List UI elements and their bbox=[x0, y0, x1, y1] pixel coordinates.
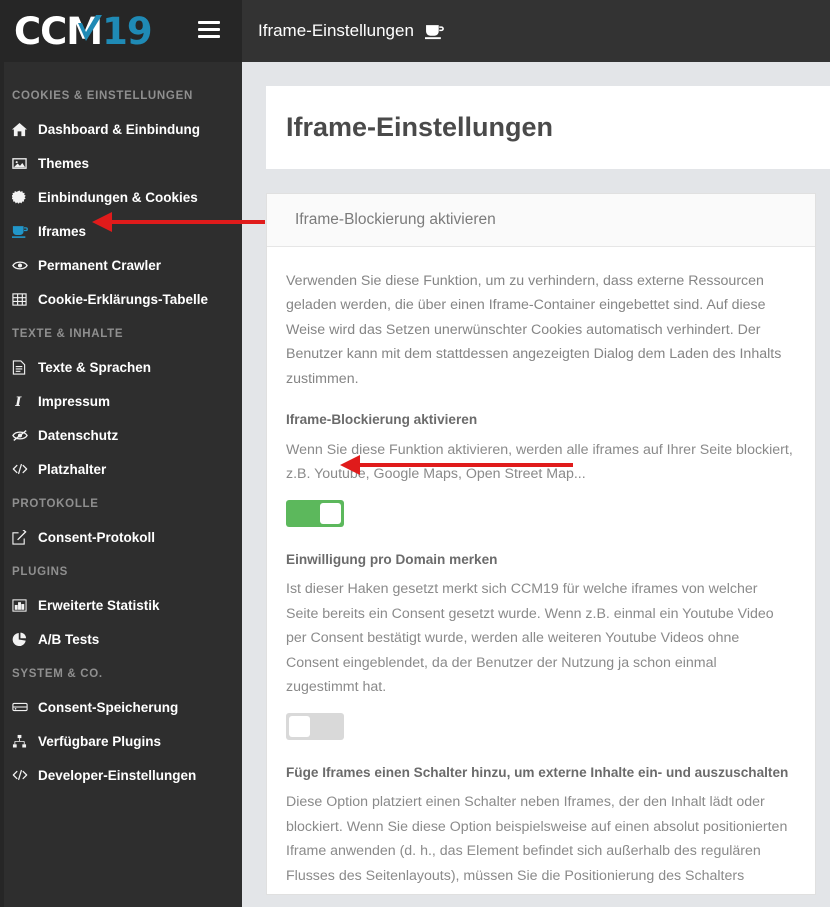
toggle-knob bbox=[289, 715, 310, 737]
app-window: CCM19 COOKIES & EINSTELLUNGEN Dashboard … bbox=[0, 0, 830, 907]
bar-chart-icon bbox=[12, 598, 38, 613]
sidebar-item-cookie-erklaerungs-tabelle[interactable]: Cookie-Erklärungs-Tabelle bbox=[0, 282, 242, 316]
sidebar-section-heading: TEXTE & INHALTE bbox=[12, 328, 124, 340]
coffee-cup-icon bbox=[424, 23, 444, 40]
sidebar-item-developer-einstellungen[interactable]: Developer-Einstellungen bbox=[0, 758, 242, 792]
toggle-consent-per-domain[interactable] bbox=[286, 712, 344, 740]
sitemap-icon bbox=[12, 734, 38, 749]
field-label: Füge Iframes einen Schalter hinzu, um ex… bbox=[286, 764, 789, 780]
hamburger-bar bbox=[198, 28, 220, 31]
ccm19-logo[interactable]: CCM19 bbox=[14, 9, 153, 53]
sidebar-item-dashboard[interactable]: Dashboard & Einbindung bbox=[0, 112, 242, 146]
sidebar-item-ab-tests[interactable]: A/B Tests bbox=[0, 622, 242, 656]
sidebar-item-impressum[interactable]: I Impressum bbox=[0, 384, 242, 418]
toggle-knob bbox=[320, 502, 341, 524]
sidebar-item-texte-sprachen[interactable]: Texte & Sprachen bbox=[0, 350, 242, 384]
field-label: Iframe-Blockierung aktivieren bbox=[286, 412, 478, 428]
sidebar-item-label: Dashboard & Einbindung bbox=[38, 121, 200, 137]
intro-paragraph: Verwenden Sie diese Funktion, um zu verh… bbox=[286, 273, 782, 387]
page-title: Iframe-Einstellungen bbox=[286, 112, 554, 142]
sidebar-item-datenschutz[interactable]: Datenschutz bbox=[0, 418, 242, 452]
toggle-iframe-blocking[interactable] bbox=[286, 499, 344, 527]
sidebar-item-label: Texte & Sprachen bbox=[38, 359, 152, 375]
topbar-title: Iframe-Einstellungen bbox=[258, 21, 414, 40]
hamburger-bar bbox=[198, 21, 220, 24]
sidebar-item-permanent-crawler[interactable]: Permanent Crawler bbox=[0, 248, 242, 282]
settings-panel: Iframe-Blockierung aktivieren Verwenden … bbox=[266, 193, 816, 895]
sidebar-item-consent-protokoll[interactable]: Consent-Protokoll bbox=[0, 520, 242, 554]
eye-slash-icon bbox=[12, 428, 38, 443]
sidebar-item-label: Iframes bbox=[38, 223, 87, 239]
sidebar-item-label: Developer-Einstellungen bbox=[38, 767, 197, 783]
left-edge-strip bbox=[0, 62, 4, 907]
database-icon bbox=[12, 700, 38, 714]
document-icon bbox=[12, 359, 38, 375]
coffee-cup-icon bbox=[12, 224, 38, 239]
topbar: Iframe-Einstellungen bbox=[242, 0, 830, 62]
logo-19-text: 19 bbox=[102, 9, 152, 53]
sidebar-item-platzhalter[interactable]: Platzhalter bbox=[0, 452, 242, 486]
sidebar-item-label: Themes bbox=[38, 155, 90, 171]
checkmark-icon bbox=[78, 14, 102, 41]
sidebar-item-label: Verfügbare Plugins bbox=[38, 733, 162, 749]
pie-chart-icon bbox=[12, 632, 38, 647]
sidebar-item-label: Permanent Crawler bbox=[38, 257, 162, 273]
table-icon bbox=[12, 292, 38, 307]
sidebar-item-consent-speicherung[interactable]: Consent-Speicherung bbox=[0, 690, 242, 724]
sidebar-item-themes[interactable]: Themes bbox=[0, 146, 242, 180]
field-iframe-blocking: Iframe-Blockierung aktivieren Wenn Sie d… bbox=[286, 409, 793, 527]
sidebar-item-label: Cookie-Erklärungs-Tabelle bbox=[38, 291, 209, 307]
code-icon bbox=[12, 462, 38, 476]
field-description: Diese Option platziert einen Schalter ne… bbox=[286, 794, 788, 894]
sidebar-item-verfuegbare-plugins[interactable]: Verfügbare Plugins bbox=[0, 724, 242, 758]
logo-bar: CCM19 bbox=[0, 0, 242, 62]
hamburger-icon[interactable] bbox=[198, 21, 220, 38]
page-title-card: Iframe-Einstellungen bbox=[266, 86, 830, 169]
code-icon bbox=[12, 768, 38, 782]
sidebar-section-heading: PLUGINS bbox=[12, 566, 69, 578]
panel-body: Verwenden Sie diese Funktion, um zu verh… bbox=[267, 247, 815, 894]
sidebar-nav: COOKIES & EINSTELLUNGEN Dashboard & Einb… bbox=[0, 62, 242, 792]
hamburger-bar bbox=[198, 35, 220, 38]
field-label: Einwilligung pro Domain merken bbox=[286, 551, 498, 567]
sidebar-item-label: Consent-Speicherung bbox=[38, 699, 179, 715]
sidebar-item-label: Einbindungen & Cookies bbox=[38, 189, 198, 205]
cookie-icon bbox=[12, 189, 38, 205]
home-icon bbox=[12, 122, 38, 137]
sidebar-item-erweiterte-statistik[interactable]: Erweiterte Statistik bbox=[0, 588, 242, 622]
main-area: Iframe-Einstellungen Iframe-Einstellunge… bbox=[242, 0, 830, 907]
sidebar-item-label: Datenschutz bbox=[38, 427, 119, 443]
sidebar-item-label: Consent-Protokoll bbox=[38, 529, 155, 545]
sidebar-item-einbindungen-cookies[interactable]: Einbindungen & Cookies bbox=[0, 180, 242, 214]
sidebar-item-label: A/B Tests bbox=[38, 631, 100, 647]
panel-header: Iframe-Blockierung aktivieren bbox=[267, 194, 815, 247]
sidebar-item-iframes[interactable]: Iframes bbox=[0, 214, 242, 248]
sidebar-section-heading: PROTOKOLLE bbox=[12, 498, 99, 510]
italic-icon: I bbox=[12, 394, 38, 409]
sidebar-item-label: Platzhalter bbox=[38, 461, 107, 477]
svg-text:I: I bbox=[14, 395, 22, 409]
field-description: Wenn Sie diese Funktion aktivieren, werd… bbox=[286, 441, 793, 483]
sidebar-item-label: Impressum bbox=[38, 393, 111, 409]
sidebar-section-heading: COOKIES & EINSTELLUNGEN bbox=[12, 90, 193, 102]
sidebar-section-heading: SYSTEM & CO. bbox=[12, 668, 103, 680]
image-icon bbox=[12, 156, 38, 171]
pencil-square-icon bbox=[12, 529, 38, 545]
sidebar-item-label: Erweiterte Statistik bbox=[38, 597, 160, 613]
sidebar: CCM19 COOKIES & EINSTELLUNGEN Dashboard … bbox=[0, 0, 242, 907]
field-iframe-switch: Füge Iframes einen Schalter hinzu, um ex… bbox=[286, 762, 793, 894]
eye-icon bbox=[12, 258, 38, 273]
field-description: Ist dieser Haken gesetzt merkt sich CCM1… bbox=[286, 581, 774, 696]
content-scroll-area: Iframe-Einstellungen Iframe-Blockierung … bbox=[242, 62, 830, 907]
field-consent-per-domain: Einwilligung pro Domain merken Ist diese… bbox=[286, 549, 793, 740]
